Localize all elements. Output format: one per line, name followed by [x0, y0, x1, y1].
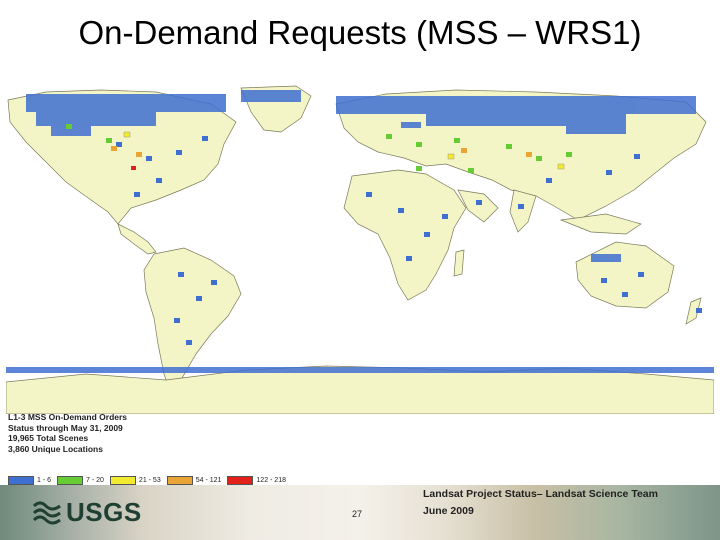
legend-class: 122 - 218 — [227, 476, 286, 485]
legend-class-label: 21 - 53 — [138, 477, 161, 484]
legend-class: 54 - 121 — [166, 476, 222, 485]
madagascar-landmass — [453, 249, 465, 277]
africa-landmass — [343, 169, 467, 301]
page-number: 27 — [352, 509, 363, 519]
legend-classes: 1 - 6 7 - 20 21 - 53 54 - 121 122 - 218 — [8, 476, 286, 485]
legend-class: 1 - 6 — [8, 476, 51, 485]
legend-class-label: 54 - 121 — [195, 477, 222, 484]
india-landmass — [509, 189, 537, 233]
land-masses — [6, 85, 714, 414]
legend-class-label: 7 - 20 — [86, 477, 104, 484]
legend-swatch — [166, 476, 193, 485]
legend-status-date: Status through May 31, 2009 — [8, 422, 123, 433]
slide-title: On-Demand Requests (MSS – WRS1) — [78, 14, 642, 51]
legend-unique-locations: 3,860 Unique Locations — [8, 443, 103, 454]
legend-class-label: 1 - 6 — [37, 477, 52, 484]
legend-swatch — [227, 476, 254, 485]
world-map — [6, 85, 714, 414]
usgs-wave-icon — [32, 501, 61, 524]
scene-footprints-122-218 — [131, 166, 136, 170]
legend-class: 21 - 53 — [109, 476, 161, 485]
legend-total-scenes: 19,965 Total Scenes — [8, 433, 89, 443]
footer-project-status: Landsat Project Status– Landsat Science … — [423, 488, 658, 500]
footer-date: June 2009 — [423, 505, 474, 517]
legend-class-label: 122 - 218 — [256, 477, 286, 484]
australia-landmass — [575, 241, 675, 309]
usgs-logo: USGS — [32, 497, 142, 528]
legend-swatch — [57, 476, 84, 485]
central-america-landmass — [117, 223, 157, 255]
map-legend: L1-3 MSS On-Demand Orders Status through… — [8, 412, 308, 490]
usgs-logo-text: USGS — [66, 497, 142, 527]
legend-class: 7 - 20 — [57, 476, 104, 485]
legend-title: L1-3 MSS On-Demand Orders — [8, 412, 128, 422]
antarctica-landmass — [6, 365, 714, 414]
legend-swatch — [109, 476, 136, 485]
legend-swatch — [8, 476, 34, 485]
